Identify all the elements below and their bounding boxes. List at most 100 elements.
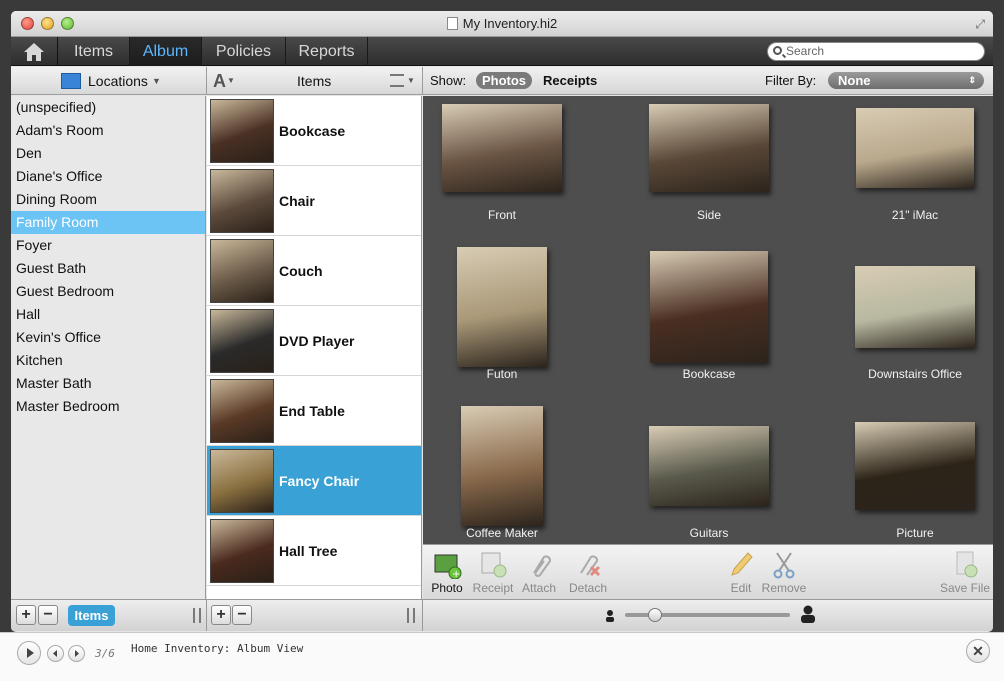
- filter-value: None: [838, 73, 871, 88]
- sort-icon[interactable]: A: [213, 67, 226, 95]
- show-label: Show:: [430, 73, 467, 88]
- view-options-icon[interactable]: [390, 74, 404, 87]
- save-file-button[interactable]: Save File: [939, 549, 991, 595]
- zoom-slider-knob[interactable]: [647, 608, 662, 622]
- main-toolbar: Items Album Policies Reports Search: [11, 37, 993, 66]
- photo-image: [650, 251, 768, 363]
- photo-caption: Downstairs Office: [868, 367, 962, 381]
- view-chevron-icon: ▼: [407, 76, 415, 85]
- location-item[interactable]: Kitchen: [11, 349, 205, 372]
- play-icon: [27, 648, 34, 658]
- location-item[interactable]: Foyer: [11, 234, 205, 257]
- item-row[interactable]: Bookcase: [207, 96, 421, 166]
- receipt-button[interactable]: Receipt: [470, 549, 516, 595]
- item-row[interactable]: End Table: [207, 376, 421, 446]
- location-item[interactable]: (unspecified): [11, 96, 205, 119]
- photo-gallery: Front Side 21" iMac Futon Bookcase Downs…: [423, 96, 993, 544]
- remove-item-button[interactable]: −: [232, 605, 252, 625]
- locations-bottom-bar: + − Items: [11, 599, 207, 631]
- photo-image: [457, 247, 547, 367]
- next-button[interactable]: [68, 645, 85, 662]
- search-icon: [773, 46, 782, 55]
- location-item[interactable]: Kevin's Office: [11, 326, 205, 349]
- attach-button[interactable]: Attach: [519, 549, 559, 595]
- fullscreen-icon[interactable]: ⤢: [975, 17, 985, 32]
- item-row[interactable]: DVD Player: [207, 306, 421, 376]
- home-icon: [24, 42, 44, 61]
- home-button[interactable]: [11, 37, 58, 66]
- resize-grip-icon[interactable]: [193, 608, 201, 623]
- items-list: Bookcase Chair Couch DVD Player End Tabl…: [207, 96, 422, 599]
- photo-button-label: Photo: [431, 581, 463, 595]
- search-input[interactable]: Search: [767, 42, 985, 61]
- item-thumbnail: [210, 169, 274, 233]
- item-thumbnail: [210, 239, 274, 303]
- zoom-slider-track[interactable]: [625, 608, 790, 622]
- item-label: End Table: [279, 403, 345, 419]
- location-item[interactable]: Diane's Office: [11, 165, 205, 188]
- location-item[interactable]: Dining Room: [11, 188, 205, 211]
- location-item[interactable]: Guest Bath: [11, 257, 205, 280]
- tab-policies[interactable]: Policies: [202, 37, 286, 66]
- add-receipt-icon: [478, 549, 508, 579]
- photo-image: [855, 266, 975, 348]
- remove-button[interactable]: Remove: [761, 549, 807, 595]
- tutorial-counter: 3/6: [95, 647, 115, 660]
- search-placeholder: Search: [786, 44, 825, 58]
- location-item[interactable]: Adam's Room: [11, 119, 205, 142]
- photo-caption: Front: [487, 208, 517, 222]
- window-title: My Inventory.hi2: [11, 16, 993, 31]
- photo-caption: Picture: [896, 526, 934, 540]
- add-item-button[interactable]: +: [211, 605, 231, 625]
- paperclip-icon: [524, 549, 554, 579]
- item-row[interactable]: Hall Tree: [207, 516, 421, 586]
- close-tutorial-button[interactable]: ✕: [966, 639, 990, 663]
- locations-icon: [61, 73, 81, 89]
- items-header-label: Items: [297, 73, 332, 89]
- save-file-button-label: Save File: [939, 581, 991, 595]
- location-item[interactable]: Den: [11, 142, 205, 165]
- receipt-button-label: Receipt: [472, 581, 514, 595]
- location-item-selected[interactable]: Family Room: [11, 211, 205, 234]
- show-receipts-button[interactable]: Receipts: [543, 73, 597, 88]
- locations-header[interactable]: Locations ▼: [11, 67, 207, 95]
- item-thumbnail: [210, 309, 274, 373]
- show-photos-button[interactable]: Photos: [476, 72, 532, 89]
- detach-button[interactable]: Detach: [567, 549, 609, 595]
- location-item[interactable]: Master Bedroom: [11, 395, 205, 418]
- item-row[interactable]: Chair: [207, 166, 421, 236]
- resize-grip-icon[interactable]: [407, 608, 415, 623]
- tab-reports[interactable]: Reports: [286, 37, 368, 66]
- location-item[interactable]: Guest Bedroom: [11, 280, 205, 303]
- photo-caption: Side: [696, 208, 722, 222]
- photo-button[interactable]: + Photo: [427, 549, 467, 595]
- remove-location-button[interactable]: −: [38, 605, 58, 625]
- play-button[interactable]: [17, 641, 41, 665]
- scissors-icon: [769, 549, 799, 579]
- photo-image: [649, 426, 769, 506]
- item-row-selected[interactable]: Fancy Chair: [207, 446, 421, 516]
- location-item[interactable]: Hall: [11, 303, 205, 326]
- photo-image: [855, 422, 975, 510]
- locations-list: (unspecified) Adam's Room Den Diane's Of…: [11, 96, 206, 599]
- updown-icon: ⇕: [968, 75, 976, 85]
- filter-select[interactable]: None ⇕: [828, 72, 984, 89]
- next-icon: [75, 650, 79, 657]
- tab-album[interactable]: Album: [130, 37, 202, 66]
- item-row[interactable]: Couch: [207, 236, 421, 306]
- item-label: Fancy Chair: [279, 473, 360, 489]
- location-item[interactable]: Master Bath: [11, 372, 205, 395]
- photo-image: [442, 104, 562, 192]
- tab-items[interactable]: Items: [58, 37, 130, 66]
- add-photo-icon: +: [432, 549, 462, 580]
- items-toggle-button[interactable]: Items: [68, 605, 115, 626]
- add-location-button[interactable]: +: [16, 605, 36, 625]
- edit-button[interactable]: Edit: [723, 549, 759, 595]
- detach-button-label: Detach: [568, 581, 608, 595]
- photo-caption: Bookcase: [682, 367, 736, 381]
- previous-button[interactable]: [47, 645, 64, 662]
- item-label: Hall Tree: [279, 543, 338, 559]
- save-file-icon: [950, 549, 980, 579]
- pencil-icon: [726, 549, 756, 579]
- small-person-icon: [605, 609, 615, 622]
